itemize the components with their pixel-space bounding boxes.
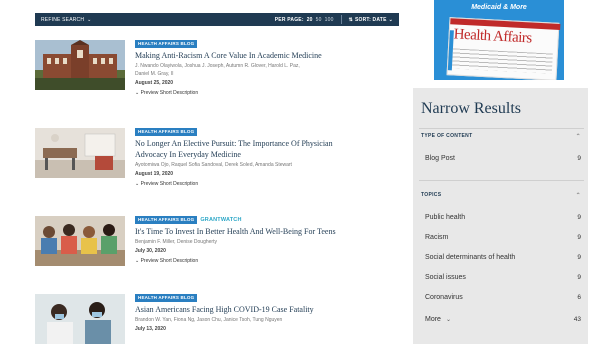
more-count: 43 [573,315,581,323]
sort-label: SORT: DATE [354,16,387,23]
preview-toggle[interactable]: ⌄ Preview Short Description [135,257,405,265]
preview-label: Preview Short Description [140,90,199,96]
result-title-line2: Advocacy In Everyday Medicine [135,150,241,159]
result-authors-continued: Daniel M. Gray, II [135,71,174,77]
result-authors: Benjamin F. Miller, Denise Dougherty [135,239,217,245]
result-thumbnail-exam-room[interactable] [35,128,125,178]
result-date: July 13, 2020 [135,326,166,332]
per-page-option-20[interactable]: 20 [307,17,313,23]
facet-header-type-of-content[interactable]: TYPE OF CONTENT ⌃ [421,131,581,141]
result-title-line1: No Longer An Elective Pursuit: The Impor… [135,139,333,148]
result-thumbnail-teens-group[interactable] [35,216,125,266]
grantwatch-tag[interactable]: GRANTWATCH [200,217,241,223]
result-item: HEALTH AFFAIRS BLOG Asian Americans Faci… [35,294,405,344]
result-date: August 19, 2020 [135,171,174,177]
preview-label: Preview Short Description [140,181,199,187]
facet-item-label: Social determinants of health [425,253,516,261]
sort-icon: ⇅ [348,16,353,23]
facet-item-label: Social issues [425,273,466,281]
narrow-results-panel: Narrow Results TYPE OF CONTENT ⌃ Blog Po… [413,88,588,344]
cover-text-lines [451,48,553,74]
facet-item-count: 9 [577,154,581,162]
magazine-cover-image: Health Affairs [446,17,561,80]
result-authors: Ayotomiwa Ojo, Raquel Sofia Sandoval, De… [135,162,292,168]
result-date: July 30, 2020 [135,248,166,254]
result-item: HEALTH AFFAIRS BLOG Making Anti-Racism A… [35,40,405,102]
per-page-option-50[interactable]: 50 [316,17,322,23]
result-item: HEALTH AFFAIRS BLOG No Longer An Electiv… [35,128,405,190]
divider [419,180,584,181]
result-title-link[interactable]: Making Anti-Racism A Core Value In Acade… [135,50,405,61]
preview-toggle[interactable]: ⌄ Preview Short Description [135,180,405,188]
magazine-logo: Health Affairs [453,26,533,47]
facet-item-count: 9 [577,233,581,241]
facet-header-label: TYPE OF CONTENT [421,133,473,139]
result-authors: Brandon W. Yan, Fiona Ng, Jason Chu, Jan… [135,317,283,323]
facet-item-count: 9 [577,273,581,281]
per-page-option-100[interactable]: 100 [325,17,334,23]
chevron-up-icon: ⌃ [575,192,581,199]
facet-item-count: 9 [577,253,581,261]
facet-item-count: 9 [577,213,581,221]
category-tag[interactable]: HEALTH AFFAIRS BLOG [135,40,198,48]
facet-header-label: TOPICS [421,192,442,198]
facet-item-count: 6 [577,293,581,301]
category-tag[interactable]: HEALTH AFFAIRS BLOG [135,294,198,302]
chevron-down-icon: ⌄ [445,316,451,323]
facet-item-racism[interactable]: Racism 9 [425,231,581,243]
sort-dropdown[interactable]: ⇅ SORT: DATE ⌄ [349,17,393,23]
result-authors: J. Nwando Olayiwola, Joshua J. Joseph, A… [135,63,300,69]
divider [419,128,584,129]
category-tag[interactable]: HEALTH AFFAIRS BLOG [135,128,198,136]
more-label: More [425,315,441,323]
result-thumbnail-masked-people[interactable] [35,294,125,344]
result-thumbnail-campus-building[interactable] [35,40,125,90]
facet-item-blog-post[interactable]: Blog Post 9 [425,152,581,164]
per-page-label: PER PAGE: [274,16,304,23]
refine-search-button[interactable]: REFINE SEARCH ⌄ [41,17,92,23]
results-toolbar: REFINE SEARCH ⌄ PER PAGE: 20 50 100 ⇅ SO… [35,13,399,26]
chevron-down-icon: ⌄ [87,16,92,23]
chevron-down-icon: ⌄ [388,16,393,23]
result-item: HEALTH AFFAIRS BLOG GRANTWATCH It's Time… [35,216,405,278]
refine-search-label: REFINE SEARCH [41,16,85,23]
facet-item-label: Coronavirus [425,293,463,301]
result-title-link[interactable]: No Longer An Elective Pursuit: The Impor… [135,138,405,160]
facet-item-label: Blog Post [425,154,455,162]
chevron-up-icon: ⌃ [575,133,581,140]
health-affairs-ad[interactable]: Medicaid & More Health Affairs [434,0,564,80]
category-tag[interactable]: HEALTH AFFAIRS BLOG [135,216,198,224]
facet-item-social-issues[interactable]: Social issues 9 [425,271,581,283]
facet-item-coronavirus[interactable]: Coronavirus 6 [425,291,581,303]
facet-item-label: Public health [425,213,466,221]
narrow-results-title: Narrow Results [421,100,521,117]
result-title-link[interactable]: Asian Americans Facing High COVID-19 Cas… [135,304,405,315]
preview-label: Preview Short Description [140,258,199,264]
more-topics-toggle[interactable]: More ⌄ 43 [425,313,581,325]
preview-toggle[interactable]: ⌄ Preview Short Description [135,89,405,97]
facet-header-topics[interactable]: TOPICS ⌃ [421,190,581,200]
result-title-link[interactable]: It's Time To Invest In Better Health And… [135,226,405,237]
result-date: August 25, 2020 [135,80,174,86]
facet-item-public-health[interactable]: Public health 9 [425,211,581,223]
facet-item-label: Racism [425,233,449,241]
toolbar-divider [340,15,342,24]
ad-headline: Medicaid & More [471,4,527,11]
facet-item-social-determinants[interactable]: Social determinants of health 9 [425,251,581,263]
